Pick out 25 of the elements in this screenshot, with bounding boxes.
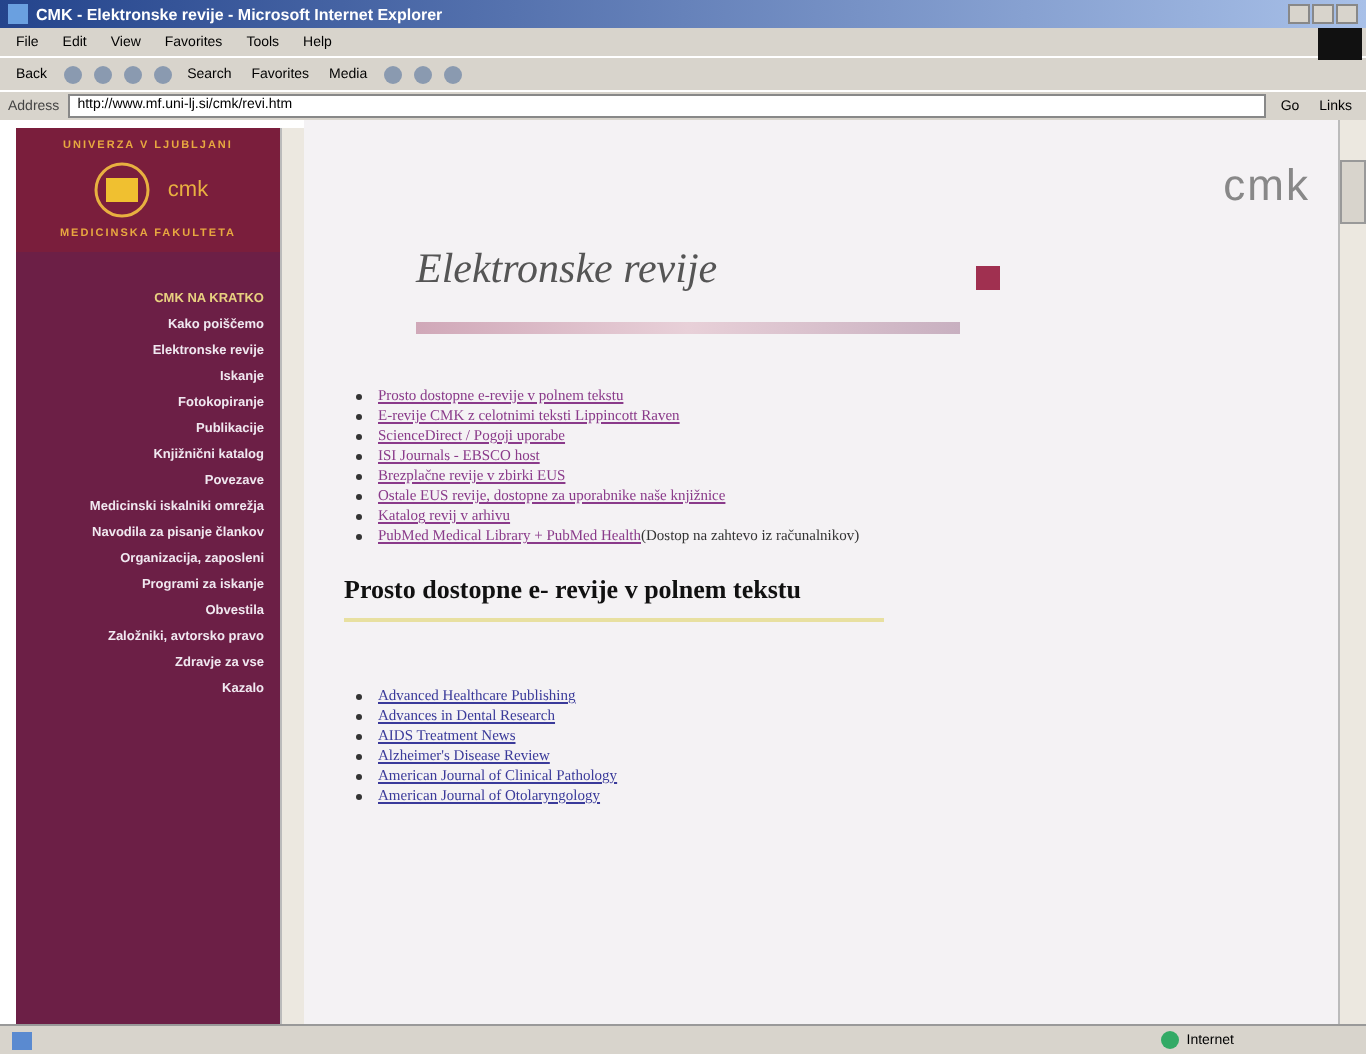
bullet-icon: [356, 513, 362, 519]
logo-text: cmk: [167, 178, 209, 202]
bullet-icon: [356, 733, 362, 739]
bullet-icon: [356, 713, 362, 719]
section-heading: Prosto dostopne e- revije v polnem tekstu: [344, 574, 803, 606]
site-logo: cmk: [1223, 160, 1310, 212]
bullet-icon: [356, 753, 362, 759]
scrollbar[interactable]: [280, 128, 304, 1024]
bullet-icon: [356, 393, 362, 399]
bullet-icon: [356, 533, 362, 539]
maximize-button[interactable]: [1312, 4, 1334, 24]
scrollbar[interactable]: [1338, 120, 1366, 1024]
window-title: CMK - Elektronske revije - Microsoft Internet Explorer: [36, 5, 445, 23]
bullet-icon: [356, 453, 362, 459]
bullet-icon: [356, 693, 362, 699]
bullet-icon: [356, 493, 362, 499]
bullet-icon: [356, 773, 362, 779]
minimize-button[interactable]: [1288, 4, 1310, 24]
bullet-icon: [356, 793, 362, 799]
bullet-icon: [356, 413, 362, 419]
bullet-icon: [356, 433, 362, 439]
bullet-icon: [356, 473, 362, 479]
page-title: Elektronske revije: [416, 244, 720, 294]
scroll-thumb[interactable]: [1340, 160, 1366, 224]
close-button[interactable]: [1336, 4, 1358, 24]
